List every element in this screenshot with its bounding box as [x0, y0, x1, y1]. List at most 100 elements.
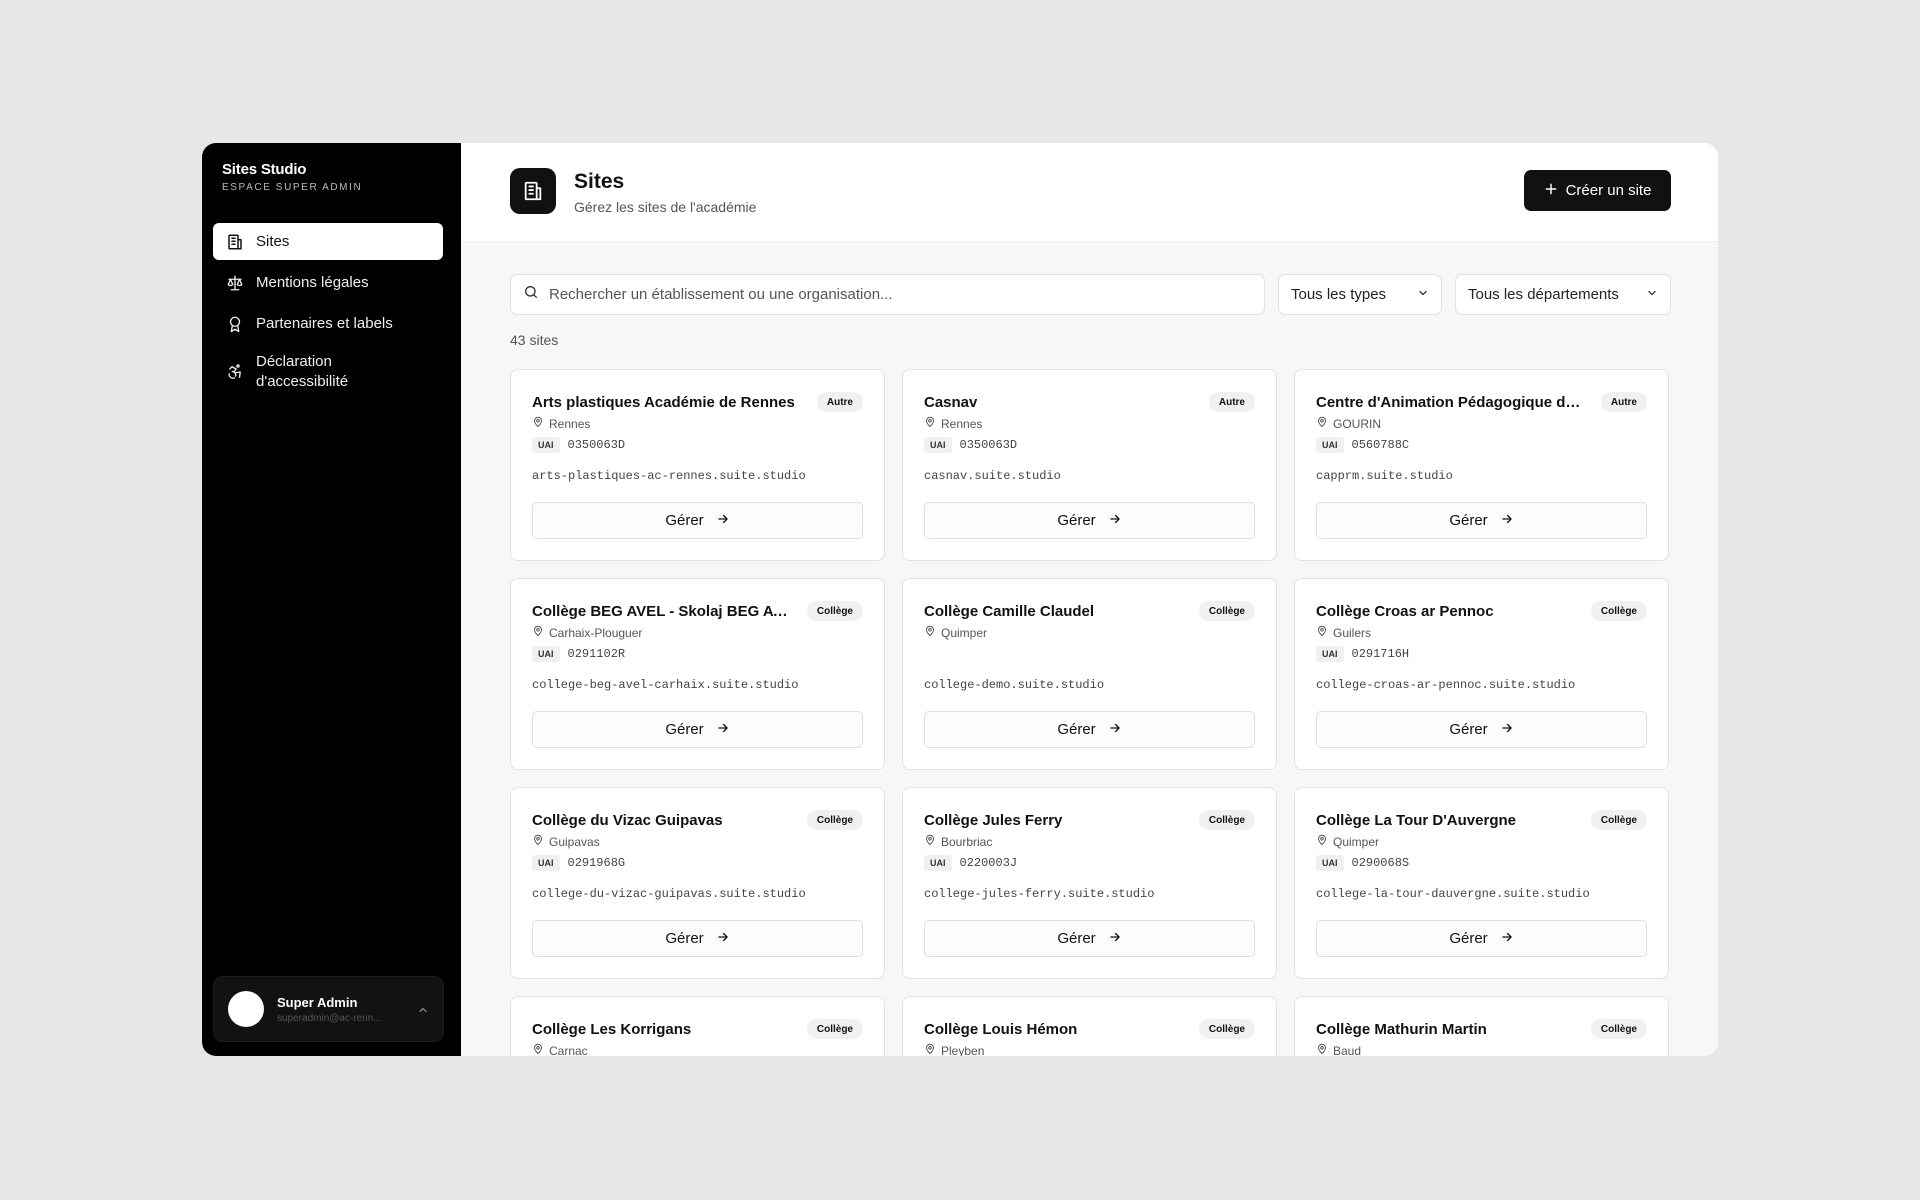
type-filter-value: Tous les types: [1291, 286, 1387, 303]
sidebar: Sites Studio ESPACE SUPER ADMIN Sites Me…: [202, 143, 461, 1056]
manage-site-button[interactable]: Gérer: [532, 920, 863, 957]
map-pin-icon: [532, 416, 544, 431]
site-uai: UAI 0290068S: [1316, 855, 1409, 871]
search-box: [510, 274, 1265, 315]
site-city: Bourbriac: [941, 834, 993, 849]
uai-code: 0291716H: [1351, 647, 1410, 661]
site-type-badge: Collège: [806, 1019, 863, 1039]
map-pin-icon: [1316, 1043, 1328, 1056]
site-card: Collège Jules Ferry Collège Bourbriac UAI 02…: [902, 787, 1277, 979]
site-type-badge: Autre: [816, 392, 863, 412]
manage-site-button[interactable]: Gérer: [924, 920, 1255, 957]
manage-site-button[interactable]: Gérer: [1316, 711, 1647, 748]
avatar: [228, 991, 264, 1027]
search-icon: [523, 284, 539, 305]
create-site-button[interactable]: Créer un site: [1524, 170, 1671, 211]
site-domain: college-demo.suite.studio: [924, 678, 1105, 692]
sidebar-item-partners[interactable]: Partenaires et labels: [213, 305, 443, 342]
uai-tag: UAI: [924, 855, 952, 871]
scale-icon: [226, 274, 244, 292]
uai-code: 0560788C: [1351, 438, 1410, 452]
sidebar-item-label: Déclaration d'accessibilité: [256, 353, 349, 390]
type-filter-select[interactable]: Tous les types: [1278, 274, 1442, 315]
brand-subtitle: ESPACE SUPER ADMIN: [222, 182, 363, 193]
manage-site-button[interactable]: Gérer: [532, 502, 863, 539]
site-type-badge: Collège: [806, 810, 863, 830]
manage-label: Gérer: [1449, 721, 1488, 738]
chevron-down-icon: [1646, 286, 1658, 303]
manage-label: Gérer: [665, 512, 704, 529]
site-name: Collège du Vizac Guipavas: [532, 812, 723, 829]
site-location: Rennes: [924, 416, 982, 431]
site-domain: arts-plastiques-ac-rennes.suite.studio: [532, 469, 806, 483]
site-name: Collège Camille Claudel: [924, 603, 1095, 620]
site-location: Quimper: [1316, 834, 1379, 849]
site-location: Rennes: [532, 416, 590, 431]
site-type-badge: Collège: [1590, 810, 1647, 830]
site-domain: casnav.suite.studio: [924, 469, 1061, 483]
site-card: Collège Louis HémonCollègePleybenGérer: [902, 996, 1277, 1056]
manage-site-button[interactable]: Gérer: [532, 711, 863, 748]
sites-count: 43 sites: [510, 332, 559, 348]
site-card: Collège Croas ar Pennoc Collège Guilers UAI…: [1294, 578, 1669, 770]
site-domain: college-jules-ferry.suite.studio: [924, 887, 1155, 901]
site-uai: UAI 0560788C: [1316, 437, 1409, 453]
search-input[interactable]: [549, 286, 1252, 303]
sidebar-item-accessibility[interactable]: Déclaration d'accessibilité: [213, 346, 443, 398]
department-filter-value: Tous les départements: [1468, 286, 1619, 303]
site-location: Bourbriac: [924, 834, 992, 849]
site-name: Collège BEG AVEL - Skolaj BEG AVEL: [532, 603, 797, 620]
page-title: Sites: [574, 170, 625, 193]
site-location: Carhaix-Plouguer: [532, 625, 642, 640]
arrow-right-icon: [1108, 721, 1122, 739]
site-domain: capprm.suite.studio: [1316, 469, 1453, 483]
site-card: Arts plastiques Académie de Rennes Autre R…: [510, 369, 885, 561]
page-subtitle: Gérez les sites de l'académie: [574, 199, 757, 215]
site-location: Guilers: [1316, 625, 1371, 640]
sidebar-item-sites[interactable]: Sites: [213, 223, 443, 260]
site-type-badge: Collège: [1590, 1019, 1647, 1039]
create-site-label: Créer un site: [1565, 182, 1652, 199]
plus-icon: [1544, 182, 1558, 200]
sidebar-item-legal[interactable]: Mentions légales: [213, 264, 443, 301]
manage-site-button[interactable]: Gérer: [924, 502, 1255, 539]
site-name: Collège Les Korrigans: [532, 1021, 692, 1038]
map-pin-icon: [1316, 625, 1328, 640]
arrow-right-icon: [716, 930, 730, 948]
site-domain: college-la-tour-dauvergne.suite.studio: [1316, 887, 1590, 901]
manage-site-button[interactable]: Gérer: [1316, 920, 1647, 957]
site-name: Collège Croas ar Pennoc: [1316, 603, 1494, 620]
uai-code: 0350063D: [959, 438, 1018, 452]
site-card: Casnav Autre Rennes UAI 0350063D casnav.suite…: [902, 369, 1277, 561]
uai-tag: UAI: [1316, 855, 1344, 871]
sidebar-item-label: Mentions légales: [256, 273, 369, 291]
site-name: Collège Mathurin Martin: [1316, 1021, 1487, 1038]
arrow-right-icon: [1108, 930, 1122, 948]
user-email: superadmin@ac-renn...: [277, 1012, 382, 1024]
uai-code: 0291968G: [567, 856, 626, 870]
uai-code: 0290068S: [1351, 856, 1410, 870]
arrow-right-icon: [1108, 512, 1122, 530]
arrow-right-icon: [1500, 512, 1514, 530]
map-pin-icon: [924, 834, 936, 849]
brand-name: Sites Studio: [222, 161, 307, 178]
user-menu[interactable]: Super Admin superadmin@ac-renn...: [213, 976, 444, 1042]
site-uai: UAI 0291968G: [532, 855, 625, 871]
manage-label: Gérer: [1449, 930, 1488, 947]
site-city: Quimper: [941, 625, 988, 640]
department-filter-select[interactable]: Tous les départements: [1455, 274, 1671, 315]
site-location: Quimper: [924, 625, 987, 640]
manage-site-button[interactable]: Gérer: [924, 711, 1255, 748]
site-card: Centre d'Animation Pédagogique du ... Aut…: [1294, 369, 1669, 561]
sidebar-item-label: Sites: [256, 232, 290, 250]
arrow-right-icon: [1500, 930, 1514, 948]
manage-site-button[interactable]: Gérer: [1316, 502, 1647, 539]
site-name: Arts plastiques Académie de Rennes: [532, 394, 795, 411]
manage-label: Gérer: [665, 930, 704, 947]
site-card: Collège BEG AVEL - Skolaj BEG AVEL Collèg…: [510, 578, 885, 770]
site-location: Carnac: [532, 1043, 588, 1056]
map-pin-icon: [532, 834, 544, 849]
map-pin-icon: [532, 625, 544, 640]
site-uai: UAI 0350063D: [532, 437, 625, 453]
site-uai: UAI 0291716H: [1316, 646, 1409, 662]
